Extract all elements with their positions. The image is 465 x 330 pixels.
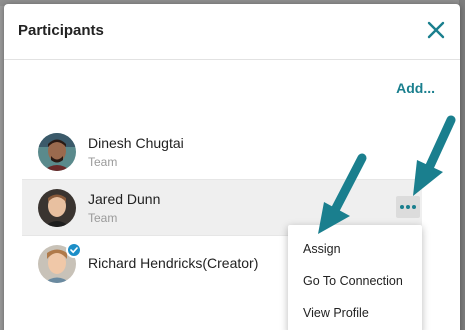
menu-item-assign[interactable]: Assign xyxy=(288,233,422,265)
more-icon-dot xyxy=(412,205,416,209)
menu-item-view-profile[interactable]: View Profile xyxy=(288,297,422,329)
dialog-title: Participants xyxy=(18,22,104,39)
participant-name: Jared Dunn xyxy=(88,191,161,207)
add-participant-link[interactable]: Add... xyxy=(396,80,435,96)
participant-role: Team xyxy=(88,211,118,225)
avatar xyxy=(38,189,76,227)
more-icon xyxy=(400,205,404,209)
participant-role: Team xyxy=(88,155,118,169)
participant-row[interactable]: Dinesh Chugtai Team xyxy=(22,124,422,180)
close-icon xyxy=(427,21,445,39)
participant-name: Dinesh Chugtai xyxy=(88,135,184,151)
more-icon-dot xyxy=(406,205,410,209)
menu-item-go-to-connection[interactable]: Go To Connection xyxy=(288,265,422,297)
avatar xyxy=(38,133,76,171)
participant-context-menu: Assign Go To Connection View Profile xyxy=(288,225,422,330)
participant-name: Richard Hendricks(Creator) xyxy=(88,255,259,271)
dialog-header: Participants xyxy=(4,4,460,60)
more-options-button[interactable] xyxy=(396,196,420,218)
check-icon xyxy=(70,247,78,254)
verified-badge xyxy=(66,242,82,258)
close-button[interactable] xyxy=(424,18,448,42)
